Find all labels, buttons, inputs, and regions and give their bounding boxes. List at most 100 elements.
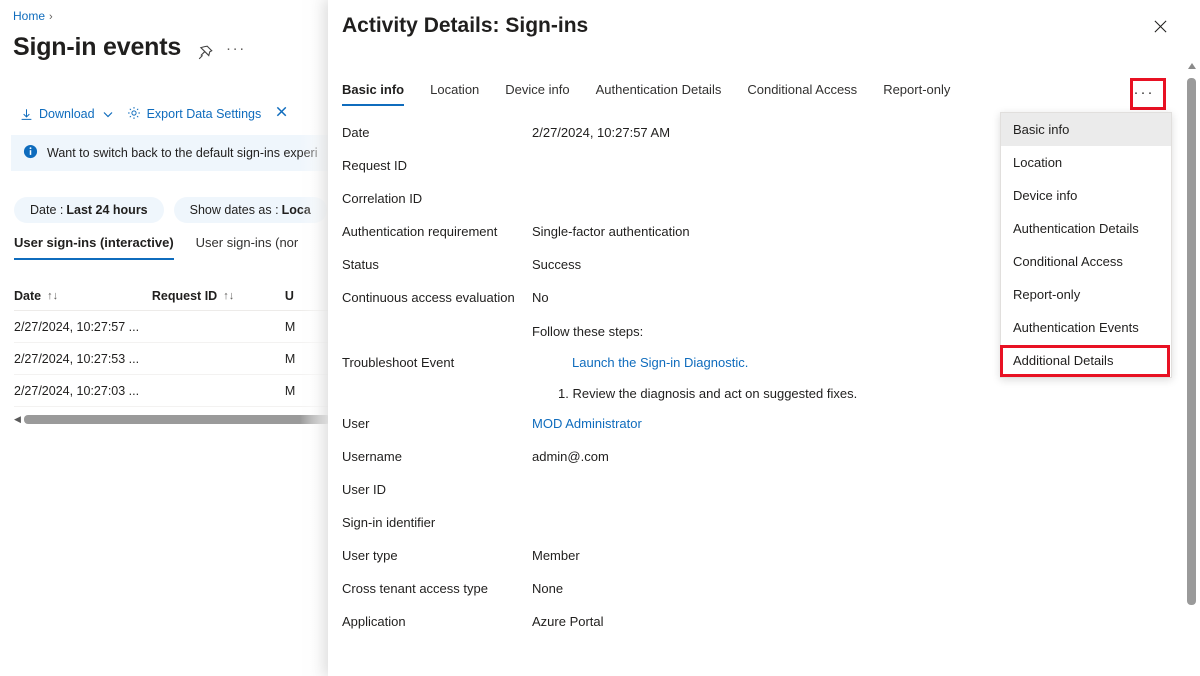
cell-user: M bbox=[284, 351, 296, 366]
detail-label: Troubleshoot Event bbox=[342, 355, 455, 370]
download-button[interactable]: Download bbox=[20, 107, 113, 121]
tab-conditional-access[interactable]: Conditional Access bbox=[747, 82, 857, 106]
detail-row-sign-in-identifier: Sign-in identifier bbox=[342, 508, 1142, 541]
app-root: Home › Sign-in events ··· Download Expor… bbox=[0, 0, 1200, 676]
table-row[interactable]: 2/27/2024, 10:27:03 ... M bbox=[14, 375, 330, 407]
cell-date: 2/27/2024, 10:27:03 ... bbox=[14, 383, 140, 398]
column-header-date[interactable]: Date ↑↓ bbox=[14, 289, 152, 303]
tab-location[interactable]: Location bbox=[430, 82, 479, 106]
tab-device-info[interactable]: Device info bbox=[505, 82, 569, 106]
detail-value: admin@.com bbox=[532, 449, 609, 464]
detail-row-user: User MOD Administrator bbox=[342, 409, 1142, 442]
sort-icon[interactable]: ↑↓ bbox=[223, 290, 234, 302]
detail-label: User type bbox=[342, 548, 398, 563]
tab-user-sign-ins-interactive[interactable]: User sign-ins (interactive) bbox=[14, 235, 174, 260]
page-more-button[interactable]: ··· bbox=[226, 41, 246, 56]
horizontal-scroll-thumb[interactable] bbox=[23, 414, 330, 424]
info-banner-text: Want to switch back to the default sign-… bbox=[47, 146, 318, 160]
download-label: Download bbox=[39, 107, 95, 121]
menu-item-additional-details[interactable]: Additional Details bbox=[1001, 344, 1171, 377]
detail-label: Sign-in identifier bbox=[342, 515, 436, 530]
detail-label: Request ID bbox=[342, 158, 408, 173]
table-horizontal-scrollbar[interactable]: ◀ bbox=[14, 411, 330, 427]
tab-report-only[interactable]: Report-only bbox=[883, 82, 950, 106]
user-link[interactable]: MOD Administrator bbox=[532, 416, 642, 431]
table-row[interactable]: 2/27/2024, 10:27:57 ... M bbox=[14, 311, 330, 343]
menu-item-authentication-details[interactable]: Authentication Details bbox=[1001, 212, 1171, 245]
detail-value bbox=[532, 475, 1142, 482]
detail-label: Username bbox=[342, 449, 402, 464]
filter-pill-date-value: Last 24 hours bbox=[66, 203, 148, 217]
tab-basic-info[interactable]: Basic info bbox=[342, 82, 405, 106]
chevron-down-icon[interactable] bbox=[103, 107, 113, 121]
wrench-screwdriver-icon bbox=[275, 105, 290, 123]
cell-date: 2/27/2024, 10:27:57 ... bbox=[14, 319, 140, 334]
vertical-scroll-thumb[interactable] bbox=[1187, 78, 1196, 605]
detail-label: Correlation ID bbox=[342, 191, 423, 206]
filter-pill-show-dates-value: Loca bbox=[281, 203, 311, 217]
sign-in-events-page: Home › Sign-in events ··· Download Expor… bbox=[0, 0, 330, 676]
scroll-up-arrow-icon[interactable] bbox=[1188, 63, 1196, 69]
cell-user: M bbox=[284, 319, 296, 334]
cell-date: 2/27/2024, 10:27:53 ... bbox=[14, 351, 140, 366]
menu-item-basic-info[interactable]: Basic info bbox=[1001, 113, 1171, 146]
filter-pill-show-dates-as[interactable]: Show dates as : Loca bbox=[173, 197, 327, 223]
page-title: Sign-in events bbox=[13, 33, 182, 61]
menu-item-location[interactable]: Location bbox=[1001, 146, 1171, 179]
tab-user-sign-ins-non-interactive[interactable]: User sign-ins (nor bbox=[196, 235, 299, 260]
troubleshoot-step: 1. Review the diagnosis and act on sugge… bbox=[558, 386, 858, 401]
detail-label: Application bbox=[342, 614, 406, 629]
sign-in-tabs: User sign-ins (interactive) User sign-in… bbox=[14, 235, 298, 260]
detail-row-username: Username admin@.com bbox=[342, 442, 1142, 475]
sign-in-events-table: Date ↑↓ Request ID ↑↓ U 2/27/2024, 10:27… bbox=[14, 281, 330, 407]
detail-row-cross-tenant-access-type: Cross tenant access type None bbox=[342, 574, 1142, 607]
tab-authentication-details[interactable]: Authentication Details bbox=[596, 82, 722, 106]
menu-item-conditional-access[interactable]: Conditional Access bbox=[1001, 245, 1171, 278]
menu-item-authentication-events[interactable]: Authentication Events bbox=[1001, 311, 1171, 344]
detail-label: User bbox=[342, 416, 370, 431]
filter-pill-date-label: Date : bbox=[30, 203, 64, 217]
detail-row-user-type: User type Member bbox=[342, 541, 1142, 574]
panel-title: Activity Details: Sign-ins bbox=[342, 14, 589, 37]
detail-value: Azure Portal bbox=[532, 614, 604, 629]
table-header-row: Date ↑↓ Request ID ↑↓ U bbox=[14, 281, 330, 311]
detail-label: Authentication requirement bbox=[342, 224, 498, 239]
scroll-left-arrow-icon[interactable]: ◀ bbox=[14, 414, 21, 424]
detail-label: Continuous access evaluation bbox=[342, 290, 515, 305]
detail-row-application: Application Azure Portal bbox=[342, 607, 1142, 640]
breadcrumb-home-link[interactable]: Home bbox=[13, 9, 45, 23]
filter-pill-row: Date : Last 24 hours Show dates as : Loc… bbox=[14, 197, 327, 223]
export-data-settings-label: Export Data Settings bbox=[146, 107, 262, 121]
menu-item-device-info[interactable]: Device info bbox=[1001, 179, 1171, 212]
detail-label: Status bbox=[342, 257, 379, 272]
menu-item-report-only[interactable]: Report-only bbox=[1001, 278, 1171, 311]
column-header-request-id-label: Request ID bbox=[151, 288, 218, 303]
column-header-user[interactable]: U bbox=[285, 289, 330, 303]
panel-vertical-scrollbar[interactable] bbox=[1184, 62, 1200, 676]
tab-overflow-menu: Basic info Location Device info Authenti… bbox=[1000, 112, 1172, 378]
column-header-date-label: Date bbox=[14, 288, 42, 303]
detail-value: MOD Administrator bbox=[532, 409, 1142, 431]
detail-label: Cross tenant access type bbox=[342, 581, 488, 596]
info-banner: Want to switch back to the default sign-… bbox=[11, 135, 330, 171]
column-header-request-id[interactable]: Request ID ↑↓ bbox=[152, 289, 285, 303]
pin-icon[interactable] bbox=[196, 44, 214, 62]
breadcrumb: Home › bbox=[13, 9, 57, 23]
table-row[interactable]: 2/27/2024, 10:27:53 ... M bbox=[14, 343, 330, 375]
panel-tab-bar: Basic info Location Device info Authenti… bbox=[342, 82, 1142, 106]
export-data-settings-button[interactable]: Export Data Settings bbox=[127, 106, 262, 123]
detail-label: User ID bbox=[342, 482, 387, 497]
filter-pill-show-dates-label: Show dates as : bbox=[189, 203, 279, 217]
breadcrumb-separator: › bbox=[49, 11, 53, 23]
detail-value: Member bbox=[532, 548, 580, 563]
troubleshoot-button[interactable] bbox=[275, 105, 290, 123]
detail-label: Date bbox=[342, 125, 370, 140]
sort-icon[interactable]: ↑↓ bbox=[47, 290, 58, 302]
close-icon[interactable] bbox=[1146, 12, 1174, 40]
detail-row-user-id: User ID bbox=[342, 475, 1142, 508]
filter-pill-date[interactable]: Date : Last 24 hours bbox=[14, 197, 164, 223]
page-toolbar: Download Export Data Settings bbox=[0, 99, 330, 129]
gear-icon bbox=[127, 106, 141, 123]
tab-overflow-button[interactable]: ··· bbox=[1126, 80, 1162, 106]
info-icon bbox=[23, 144, 38, 162]
